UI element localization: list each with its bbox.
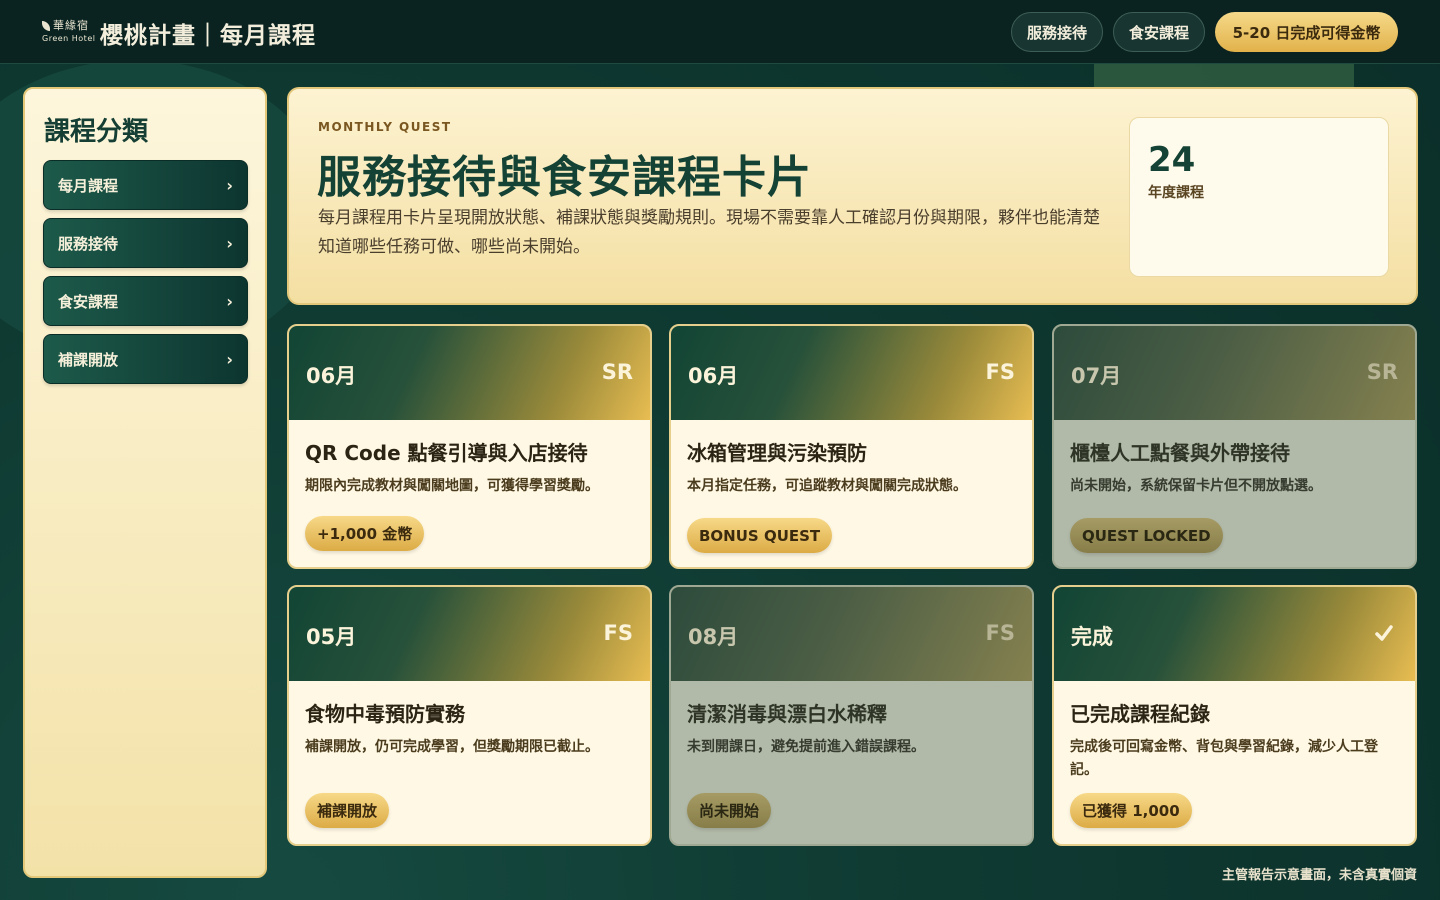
not-started-badge: 尚未開始 [687,793,772,828]
card-header: 完成 [1054,587,1415,681]
card-month: 08月 [688,625,739,649]
stat-value: 24 [1148,140,1196,180]
card-description: 未到開課日，避免提前進入錯誤課程。 [687,739,925,755]
card-header: 06月 SR [289,326,650,420]
course-card[interactable]: 06月 SR QR Code 點餐引導與入店接待 期限內完成教材與闖關地圖，可獲… [287,324,652,569]
card-title: 櫃檯人工點餐與外帶接待 [1070,441,1290,465]
sidebar-item-label: 服務接待 [58,234,119,253]
logo-en-text: Green Hotel [42,34,96,43]
reward-cta-button[interactable]: 5-20 日完成可得金幣 [1215,12,1398,52]
card-description: 完成後可回寫金幣、背包與學習紀錄，減少人工登記。 [1070,739,1378,778]
chevron-right-icon: › [226,233,233,253]
hero-kicker: MONTHLY QUEST [318,120,452,134]
card-header: 06月 FS [671,326,1032,420]
card-description: 補課開放，仍可完成學習，但獎勵期限已截止。 [305,739,599,755]
logo-cn-text: 華緣宿 [53,19,89,32]
card-title: 食物中毒預防實務 [305,702,465,726]
chevron-right-icon: › [226,349,233,369]
top-bar: 華緣宿 Green Hotel 櫻桃計畫｜每月課程 服務接待 食安課程 5-20… [0,0,1440,64]
nav-food-safety-button[interactable]: 食安課程 [1113,12,1205,52]
makeup-badge[interactable]: 補課開放 [305,793,390,828]
card-title: 已完成課程紀錄 [1070,702,1210,726]
category-sidebar: 課程分類 每月課程 › 服務接待 › 食安課程 › 補課開放 › [23,87,267,878]
bonus-quest-badge[interactable]: BONUS QUEST [687,518,833,553]
course-card[interactable]: 06月 FS 冰箱管理與污染預防 本月指定任務，可追蹤教材與闖關完成狀態。 BO… [669,324,1034,569]
sidebar-item-food-safety[interactable]: 食安課程 › [43,276,248,326]
check-icon [1375,625,1393,641]
sidebar-title: 課程分類 [44,117,149,147]
nav-service-button[interactable]: 服務接待 [1011,12,1103,52]
card-tag: SR [1366,360,1398,384]
brand-logo[interactable]: 華緣宿 Green Hotel [42,20,95,44]
card-title: 冰箱管理與污染預防 [687,441,867,465]
card-title: QR Code 點餐引導與入店接待 [305,441,588,465]
chevron-right-icon: › [226,291,233,311]
card-description: 本月指定任務，可追蹤教材與闖關完成狀態。 [687,478,967,494]
course-card-locked: 07月 SR 櫃檯人工點餐與外帶接待 尚未開始，系統保留卡片但不開放點選。 QU… [1052,324,1417,569]
sidebar-item-monthly[interactable]: 每月課程 › [43,160,248,210]
locked-badge: QUEST LOCKED [1070,518,1223,553]
course-card[interactable]: 05月 FS 食物中毒預防實務 補課開放，仍可完成學習，但獎勵期限已截止。 補課… [287,585,652,846]
earned-badge[interactable]: 已獲得 1,000 [1070,793,1192,828]
sidebar-item-makeup[interactable]: 補課開放 › [43,334,248,384]
footer-note: 主管報告示意畫面，未含真實個資 [1221,868,1417,883]
hero-description: 每月課程用卡片呈現開放狀態、補課狀態與獎勵規則。現場不需要靠人工確認月份與期限，… [318,208,1100,257]
course-card-completed[interactable]: 完成 已完成課程紀錄 完成後可回寫金幣、背包與學習紀錄，減少人工登記。 已獲得 … [1052,585,1417,846]
card-header: 05月 FS [289,587,650,681]
chevron-right-icon: › [226,175,233,195]
card-month: 06月 [306,364,357,388]
leaf-icon [42,21,50,31]
card-description: 尚未開始，系統保留卡片但不開放點選。 [1070,478,1322,494]
app-title: 櫻桃計畫｜每月課程 [100,23,316,49]
sidebar-item-label: 每月課程 [58,176,119,195]
card-month: 06月 [688,364,739,388]
card-header: 08月 FS [671,587,1032,681]
card-title: 清潔消毒與漂白水稀釋 [687,702,887,726]
sidebar-item-label: 食安課程 [58,292,119,311]
card-tag: FS [985,621,1015,645]
sidebar-item-label: 補課開放 [58,350,119,369]
card-month: 05月 [306,625,357,649]
card-header: 07月 SR [1054,326,1415,420]
card-month: 完成 [1071,625,1113,649]
card-tag: FS [985,360,1015,384]
reward-badge[interactable]: +1,000 金幣 [305,516,425,551]
card-month: 07月 [1071,364,1122,388]
card-description: 期限內完成教材與闖關地圖，可獲得學習獎勵。 [305,478,599,494]
stat-label: 年度課程 [1148,185,1204,201]
page-title: 服務接待與食安課程卡片 [317,152,812,203]
sidebar-item-service[interactable]: 服務接待 › [43,218,248,268]
card-tag: SR [601,360,633,384]
annual-course-stat: 24 年度課程 [1129,117,1389,277]
hero-panel: MONTHLY QUEST 服務接待與食安課程卡片 每月課程用卡片呈現開放狀態、… [287,87,1418,305]
card-tag: FS [603,621,633,645]
course-card-locked: 08月 FS 清潔消毒與漂白水稀釋 未到開課日，避免提前進入錯誤課程。 尚未開始 [669,585,1034,846]
